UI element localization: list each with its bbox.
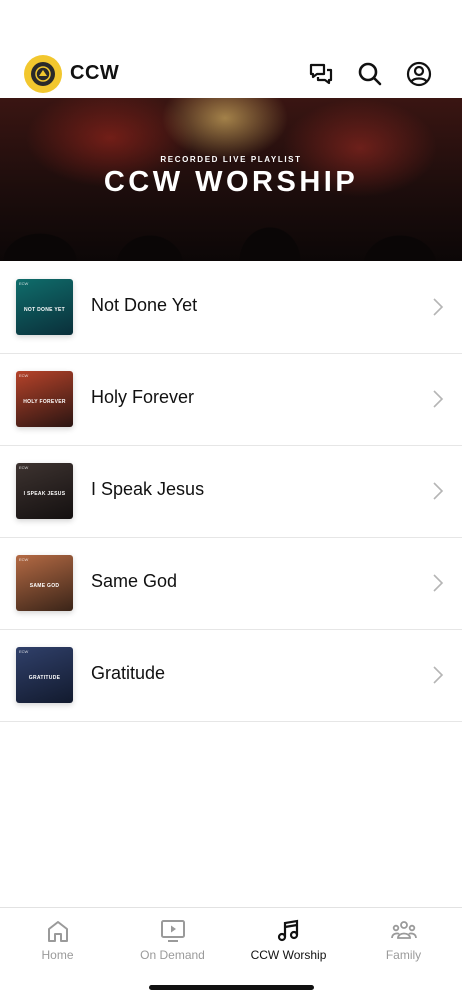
thumbnail-tag: ECW — [19, 281, 29, 286]
search-icon[interactable] — [356, 60, 384, 88]
chat-icon[interactable] — [307, 60, 335, 88]
song-row[interactable]: ECW NOT DONE YET Not Done Yet — [0, 262, 462, 354]
banner-subtitle: RECORDED LIVE PLAYLIST — [160, 155, 302, 164]
thumbnail-tag: ECW — [19, 465, 29, 470]
tab-label: CCW Worship — [250, 948, 327, 962]
app-header: CCW — [0, 50, 462, 98]
worship-banner[interactable]: RECORDED LIVE PLAYLIST CCW WORSHIP — [0, 98, 462, 261]
account-icon[interactable] — [405, 60, 433, 88]
ccw-logo[interactable] — [24, 55, 62, 93]
play-screen-icon — [160, 920, 185, 942]
thumbnail-tag: ECW — [19, 557, 29, 562]
song-row[interactable]: ECW I SPEAK JESUS I Speak Jesus — [0, 446, 462, 538]
tab-on-demand[interactable]: On Demand — [115, 908, 230, 968]
thumbnail-tag: ECW — [19, 649, 29, 654]
brand-name: CCW — [70, 62, 120, 84]
chevron-right-icon — [433, 574, 444, 592]
tab-ccw-worship[interactable]: CCW Worship — [231, 908, 346, 968]
chevron-right-icon — [433, 298, 444, 316]
song-title: Gratitude — [91, 663, 166, 683]
thumbnail-title: GRATITUDE — [28, 675, 61, 681]
thumbnail-title: HOLY FOREVER — [23, 399, 66, 405]
chevron-right-icon — [433, 482, 444, 500]
song-list: ECW NOT DONE YET Not Done Yet ECW HOLY F… — [0, 262, 462, 722]
home-icon — [47, 921, 68, 942]
song-thumbnail: ECW NOT DONE YET — [16, 279, 73, 335]
thumbnail-title: I SPEAK JESUS — [23, 491, 66, 497]
chevron-right-icon — [433, 390, 444, 408]
song-title: Not Done Yet — [91, 295, 198, 315]
song-title: I Speak Jesus — [91, 479, 205, 499]
tab-label: Family — [385, 948, 422, 962]
song-thumbnail: ECW SAME GOD — [16, 555, 73, 611]
song-thumbnail: ECW I SPEAK JESUS — [16, 463, 73, 519]
chevron-right-icon — [433, 666, 444, 684]
tab-label: Home — [41, 948, 74, 962]
tab-label: On Demand — [140, 948, 205, 962]
song-thumbnail: ECW HOLY FOREVER — [16, 371, 73, 427]
tab-home[interactable]: Home — [0, 908, 115, 968]
banner-title: CCW WORSHIP — [103, 166, 359, 198]
thumbnail-title: SAME GOD — [29, 583, 60, 589]
home-indicator[interactable] — [149, 985, 314, 990]
music-note-icon — [277, 919, 298, 942]
song-title: Holy Forever — [91, 387, 195, 407]
song-row[interactable]: ECW HOLY FOREVER Holy Forever — [0, 354, 462, 446]
tab-family[interactable]: Family — [346, 908, 461, 968]
family-icon — [390, 921, 417, 939]
song-title: Same God — [91, 571, 178, 591]
logo-emblem-icon — [31, 62, 55, 86]
thumbnail-title: NOT DONE YET — [23, 307, 65, 313]
song-thumbnail: ECW GRATITUDE — [16, 647, 73, 703]
song-row[interactable]: ECW GRATITUDE Gratitude — [0, 630, 462, 722]
song-row[interactable]: ECW SAME GOD Same God — [0, 538, 462, 630]
thumbnail-tag: ECW — [19, 373, 29, 378]
